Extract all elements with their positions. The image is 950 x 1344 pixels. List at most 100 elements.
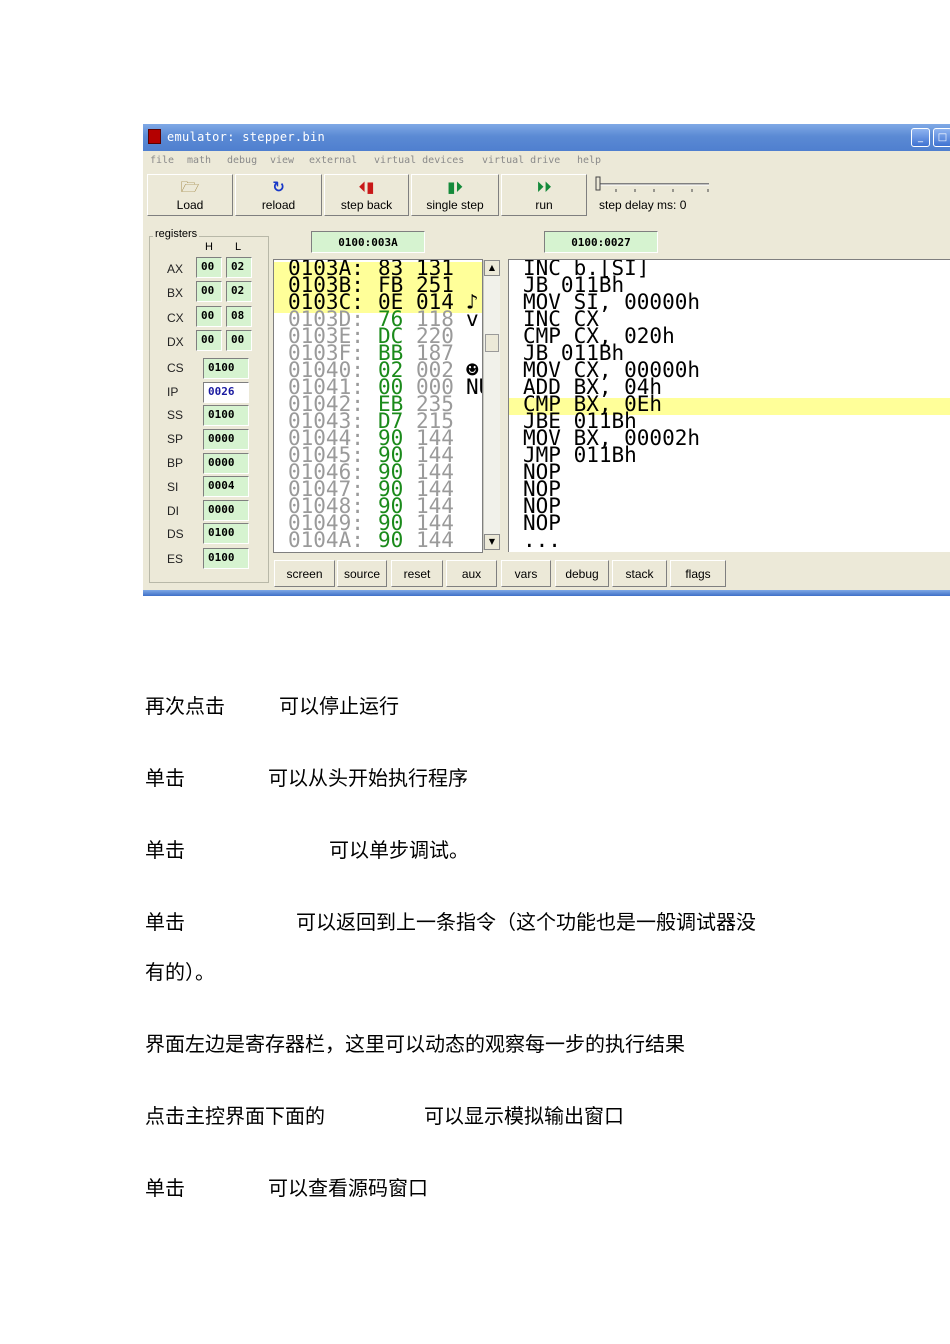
single-step-label: single step (426, 198, 484, 212)
menu-virtual-devices[interactable]: virtual devices (374, 155, 464, 166)
paragraph-3-prefix: 单击 (145, 838, 185, 862)
reg-name-sp: SP (167, 432, 184, 446)
step-back-label: step back (340, 198, 393, 212)
menu-external[interactable]: external (309, 155, 357, 166)
window-bottom-border (143, 590, 950, 596)
reload-button[interactable]: ↻ reload (235, 174, 322, 216)
disasm-text: ... (523, 528, 561, 552)
debug-button[interactable]: debug (555, 560, 609, 587)
reg-bx-h[interactable]: 00 (196, 281, 222, 302)
reset-button[interactable]: reset (391, 560, 443, 587)
disassembly-list[interactable]: INC b.[SI] JB 011Bh MOV SI, 00000h INC C… (508, 259, 950, 552)
reg-ss[interactable]: 0100 (203, 405, 249, 426)
reg-ax-l[interactable]: 02 (226, 257, 252, 278)
paragraph-6-text: 可以显示模拟输出窗口 (424, 1104, 624, 1128)
reg-dx-h[interactable]: 00 (196, 330, 222, 351)
paragraph-2-text: 可以从头开始执行程序 (268, 766, 468, 790)
scroll-down-icon[interactable]: ▼ (484, 534, 500, 550)
reg-ds[interactable]: 0100 (203, 523, 249, 544)
screen-button[interactable]: screen (274, 560, 335, 587)
disasm-row[interactable]: NOP (509, 479, 950, 500)
menu-math[interactable]: math (187, 155, 211, 166)
memory-row[interactable]: 0104A: 90 144 (274, 530, 482, 551)
paragraph-1-text: 可以停止运行 (279, 694, 399, 718)
memory-char: NU (466, 375, 482, 399)
paragraph-7-text: 可以查看源码窗口 (268, 1176, 428, 1200)
menu-view[interactable]: view (270, 155, 294, 166)
scroll-thumb[interactable] (485, 334, 499, 352)
reg-name-ip: IP (167, 385, 179, 399)
paragraph-4-continuation: 有的）。 (145, 960, 215, 984)
reg-name-ax: AX (167, 262, 184, 276)
step-delay-slider[interactable] (595, 176, 713, 194)
reg-name-es: ES (167, 552, 184, 566)
reg-name-dx: DX (167, 335, 184, 349)
load-button[interactable]: 🗁 Load (147, 174, 233, 216)
reg-ip[interactable]: 0026 (203, 382, 249, 403)
disasm-row[interactable]: NOP (509, 513, 950, 534)
reg-es[interactable]: 0100 (203, 548, 249, 569)
reg-name-di: DI (167, 504, 179, 518)
menu-bar: file math debug view external virtual de… (143, 151, 950, 170)
aux-button[interactable]: aux (446, 560, 497, 587)
stack-button[interactable]: stack (612, 560, 667, 587)
menu-help[interactable]: help (577, 155, 601, 166)
paragraph-6-prefix: 点击主控界面下面的 (145, 1104, 325, 1128)
disasm-address-field[interactable]: 0100:0027 (544, 231, 658, 253)
emulator-screenshot: emulator: stepper.bin _ □ file math debu… (143, 124, 950, 596)
registers-label: registers (153, 228, 200, 240)
reg-cx-h[interactable]: 00 (196, 306, 222, 327)
load-label: Load (176, 198, 204, 212)
l-column-label: L (235, 241, 242, 253)
reg-name-bp: BP (167, 456, 184, 470)
reg-sp[interactable]: 0000 (203, 429, 249, 450)
reg-cx-l[interactable]: 08 (226, 306, 252, 327)
run-icon: ⏵⏵ (536, 178, 552, 196)
title-bar: emulator: stepper.bin _ □ (143, 124, 950, 151)
reg-name-ds: DS (167, 527, 184, 541)
step-back-button[interactable]: ⏴▮ step back (324, 174, 409, 216)
reg-di[interactable]: 0000 (203, 500, 249, 521)
disasm-row[interactable]: NOP (509, 496, 950, 517)
reload-icon: ↻ (272, 178, 285, 196)
reg-cs[interactable]: 0100 (203, 358, 249, 379)
reg-name-si: SI (167, 480, 179, 494)
h-column-label: H (205, 241, 213, 253)
paragraph-2-prefix: 单击 (145, 766, 185, 790)
menu-file[interactable]: file (150, 155, 174, 166)
flags-button[interactable]: flags (670, 560, 726, 587)
single-step-button[interactable]: ▮⏵ single step (411, 174, 499, 216)
reg-bx-l[interactable]: 02 (226, 281, 252, 302)
menu-debug[interactable]: debug (227, 155, 257, 166)
disasm-row[interactable]: ... (509, 530, 950, 551)
reg-name-cx: CX (167, 311, 184, 325)
open-folder-icon: 🗁 (180, 178, 200, 196)
reg-name-ss: SS (167, 408, 184, 422)
source-button[interactable]: source (337, 560, 387, 587)
scroll-up-icon[interactable]: ▲ (484, 260, 500, 276)
window-title: emulator: stepper.bin (167, 130, 326, 144)
paragraph-3-text: 可以单步调试。 (329, 838, 469, 862)
maximize-button[interactable]: □ (933, 128, 950, 147)
single-step-icon: ▮⏵ (447, 178, 463, 196)
reg-dx-l[interactable]: 00 (226, 330, 252, 351)
run-button[interactable]: ⏵⏵ run (501, 174, 587, 216)
disasm-row[interactable]: JMP 011Bh (509, 445, 950, 466)
reload-label: reload (261, 198, 296, 212)
memory-address: 0104A: (288, 528, 364, 552)
memory-scrollbar[interactable]: ▲ ▼ (483, 260, 500, 550)
run-label: run (535, 198, 553, 212)
menu-virtual-drive[interactable]: virtual drive (482, 155, 560, 166)
reg-si[interactable]: 0004 (203, 476, 249, 497)
memory-address-field[interactable]: 0100:003A (311, 231, 425, 253)
reg-bp[interactable]: 0000 (203, 453, 249, 474)
reg-ax-h[interactable]: 00 (196, 257, 222, 278)
paragraph-1-prefix: 再次点击 (145, 694, 225, 718)
paragraph-4-prefix: 单击 (145, 910, 185, 934)
minimize-button[interactable]: _ (911, 128, 930, 147)
step-back-icon: ⏴▮ (358, 178, 375, 196)
disasm-row[interactable]: NOP (509, 462, 950, 483)
paragraph-5: 界面左边是寄存器栏，这里可以动态的观察每一步的执行结果 (145, 1032, 685, 1056)
vars-button[interactable]: vars (501, 560, 551, 587)
memory-list[interactable]: 0103A: 83 131 0103B: FB 251 0103C: 0E 01… (273, 259, 483, 553)
